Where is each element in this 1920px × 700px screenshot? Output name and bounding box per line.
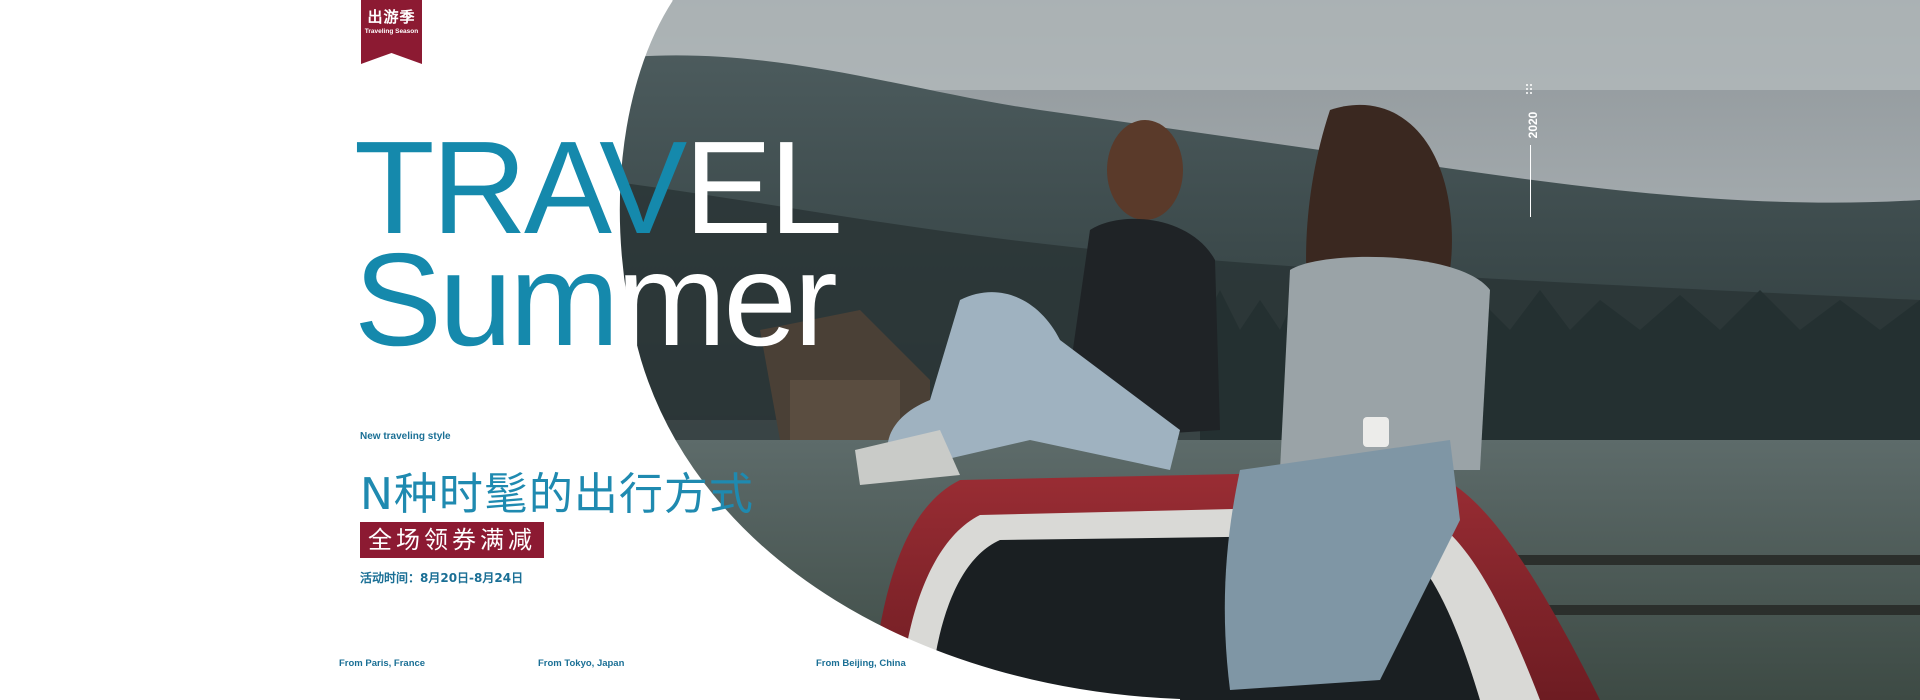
tagline: New traveling style [360, 431, 451, 442]
badge-subtitle: Traveling Season [364, 28, 419, 35]
origin-tokyo: From Tokyo, Japan [538, 658, 625, 669]
season-badge: 出游季 Traveling Season [361, 0, 422, 64]
year-divider [1530, 145, 1531, 217]
headline: TRAVEL Summer [354, 122, 843, 366]
year-label: 2020 [1526, 111, 1540, 139]
headline-summer-blue: Sum [354, 226, 619, 373]
dots-icon [1526, 84, 1532, 94]
hero-photo [0, 0, 1920, 700]
badge-title: 出游季 [367, 8, 416, 26]
headline-summer-white: mer [616, 226, 837, 373]
travel-summer-banner: 出游季 Traveling Season TRAVEL Summer New t… [0, 0, 1920, 700]
headline-line-2: Summer [354, 234, 840, 366]
origin-paris: From Paris, France [339, 658, 426, 669]
chinese-title: N种时髦的出行方式 [360, 469, 754, 520]
headline-line-1: TRAVEL [354, 122, 843, 254]
promo-badge[interactable]: 全场领券满减 [360, 522, 544, 558]
event-dates: 活动时间：8月20日-8月24日 [360, 571, 524, 585]
origin-beijing: From Beijing, China [816, 658, 906, 669]
